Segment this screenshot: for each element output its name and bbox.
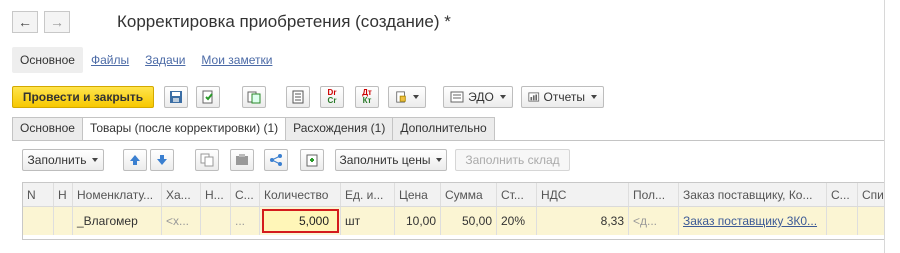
- forward-button[interactable]: →: [44, 11, 70, 33]
- cell-price[interactable]: 10,00: [395, 207, 441, 235]
- header-quantity[interactable]: Количество: [260, 183, 341, 206]
- print-menu-button[interactable]: [388, 86, 426, 108]
- cell-series[interactable]: ...: [231, 207, 260, 235]
- fill-warehouse-button[interactable]: Заполнить склад: [455, 149, 570, 171]
- delete-row-button[interactable]: [230, 149, 254, 171]
- fill-label: Заполнить: [27, 153, 87, 167]
- create-based-icon: [247, 91, 261, 104]
- header-nomenclature[interactable]: Номенклату...: [73, 183, 162, 206]
- create-based-on-button[interactable]: [242, 86, 266, 108]
- cell-characteristic[interactable]: <х...: [162, 207, 201, 235]
- header-spi[interactable]: Спи: [858, 183, 884, 206]
- reports-menu-button[interactable]: Отчеты: [521, 86, 604, 108]
- pick-icon: [306, 154, 318, 167]
- document-tabs: Основное Товары (после корректировки) (1…: [12, 117, 495, 141]
- kt-label: Кт: [362, 96, 372, 105]
- tab-discrepancies[interactable]: Расхождения (1): [285, 117, 394, 140]
- move-up-button[interactable]: [123, 149, 147, 171]
- header-series[interactable]: С...: [231, 183, 260, 206]
- window-right-edge: [884, 0, 900, 253]
- post-and-close-button[interactable]: Провести и закрыть: [12, 86, 154, 108]
- cell-flag: [54, 207, 73, 235]
- top-tabs: Основное Файлы Задачи Мои заметки: [12, 47, 280, 73]
- share-icon: [270, 154, 282, 166]
- move-down-button[interactable]: [150, 149, 174, 171]
- dr-cr-button[interactable]: Dr Cr: [320, 86, 344, 108]
- edo-label: ЭДО: [468, 90, 494, 104]
- page-title: Корректировка приобретения (создание) *: [117, 12, 451, 31]
- fill-prices-label: Заполнить цены: [339, 153, 431, 167]
- header-vat-rate[interactable]: Ст...: [497, 183, 537, 206]
- arrow-left-icon: ←: [18, 14, 32, 30]
- save-button[interactable]: [164, 86, 188, 108]
- cell-sum[interactable]: 50,00: [441, 207, 497, 235]
- cell-vat-rate[interactable]: 20%: [497, 207, 537, 235]
- header-n[interactable]: N: [23, 183, 54, 206]
- document-menu-icon: [396, 91, 406, 103]
- cell-unit[interactable]: шт: [341, 207, 395, 235]
- tab-main[interactable]: Основное: [12, 117, 83, 140]
- reports-icon: [528, 92, 540, 102]
- quantity-field[interactable]: 5,000: [262, 209, 339, 233]
- header-characteristic[interactable]: Ха...: [162, 183, 201, 206]
- tab-additional[interactable]: Дополнительно: [392, 117, 495, 140]
- dt-kt-button[interactable]: Дт Кт: [355, 86, 379, 108]
- post-document-icon: [202, 90, 213, 104]
- arrow-down-icon: [157, 155, 167, 165]
- list-icon: [292, 90, 304, 104]
- tab-divider: [12, 140, 884, 141]
- header-flag[interactable]: Н: [54, 183, 73, 206]
- header-unit[interactable]: Ед. и...: [341, 183, 395, 206]
- floppy-disk-icon: [170, 91, 182, 103]
- cr-label: Cr: [327, 96, 337, 105]
- cell-vat[interactable]: 8,33: [537, 207, 629, 235]
- table-row[interactable]: _Влагомер <х... ... шт 10,00 50,00 20% 8…: [23, 207, 884, 235]
- goods-table: N Н Номенклату... Ха... Н... С... Количе…: [22, 182, 884, 240]
- pick-button[interactable]: [300, 149, 324, 171]
- list-button[interactable]: [286, 86, 310, 108]
- header-vat[interactable]: НДС: [537, 183, 629, 206]
- top-tab-main[interactable]: Основное: [12, 47, 83, 73]
- cell-spi: [858, 207, 884, 235]
- cell-n2: [201, 207, 231, 235]
- cell-recipient[interactable]: <д...: [629, 207, 679, 235]
- edo-menu-button[interactable]: ЭДО: [443, 86, 513, 108]
- copy-icon: [200, 153, 214, 167]
- edo-icon: [450, 91, 464, 103]
- structure-button[interactable]: [264, 149, 288, 171]
- header-recipient[interactable]: Пол...: [629, 183, 679, 206]
- cell-nomenclature[interactable]: _Влагомер: [73, 207, 162, 235]
- table-header: N Н Номенклату... Ха... Н... С... Количе…: [23, 183, 884, 207]
- cell-supplier-order-link[interactable]: Заказ поставщику 3К0...: [679, 207, 827, 235]
- delete-icon: [236, 154, 248, 165]
- cell-c: [827, 207, 858, 235]
- arrow-right-icon: →: [50, 14, 64, 30]
- cell-n: [23, 207, 54, 235]
- tab-goods-after-correction[interactable]: Товары (после корректировки) (1): [81, 117, 287, 141]
- header-price[interactable]: Цена: [395, 183, 441, 206]
- top-tab-tasks[interactable]: Задачи: [137, 47, 193, 73]
- fill-menu-button[interactable]: Заполнить: [22, 149, 104, 171]
- header-supplier-order[interactable]: Заказ поставщику, Ко...: [679, 183, 827, 206]
- copy-row-button[interactable]: [195, 149, 219, 171]
- header-sum[interactable]: Сумма: [441, 183, 497, 206]
- post-button[interactable]: [196, 86, 220, 108]
- arrow-up-icon: [130, 155, 140, 165]
- top-tab-files[interactable]: Файлы: [83, 47, 137, 73]
- header-n2[interactable]: Н...: [201, 183, 231, 206]
- back-button[interactable]: ←: [12, 11, 38, 33]
- header-c[interactable]: С...: [827, 183, 858, 206]
- reports-label: Отчеты: [543, 90, 585, 104]
- fill-prices-button[interactable]: Заполнить цены: [335, 149, 447, 171]
- top-tab-notes[interactable]: Мои заметки: [193, 47, 280, 73]
